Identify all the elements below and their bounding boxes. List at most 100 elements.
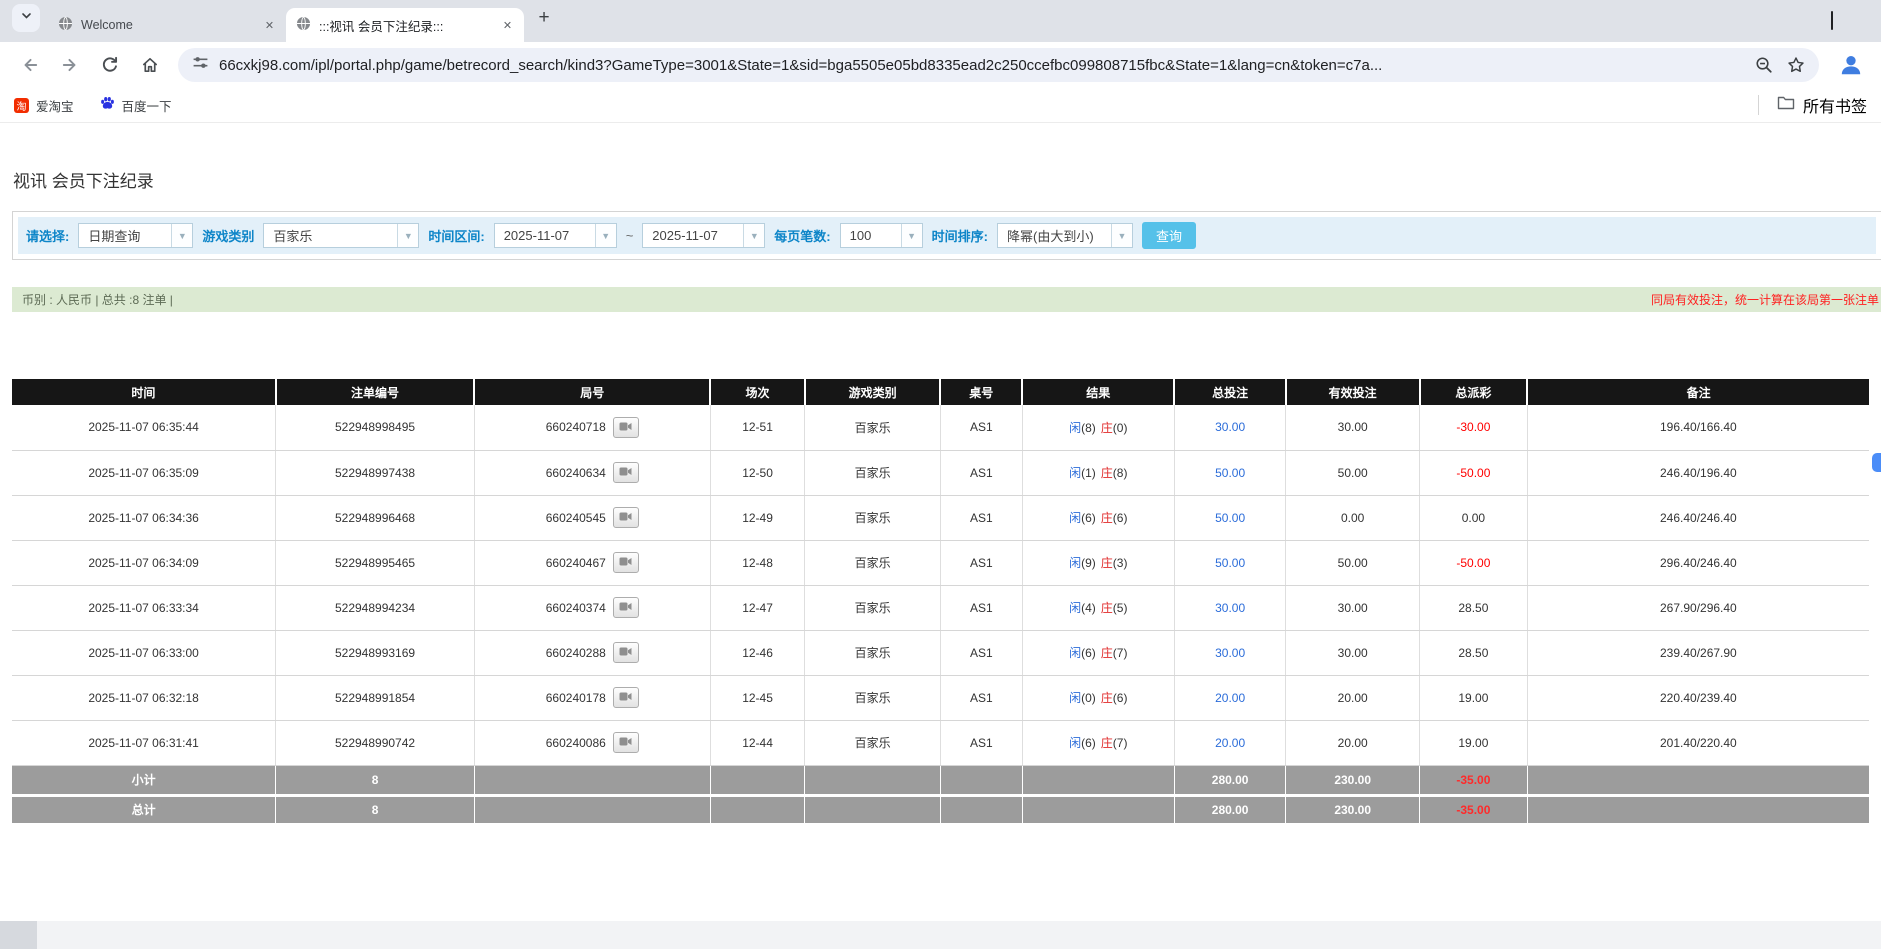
site-info-icon[interactable] xyxy=(192,54,209,76)
subtotal-row: 小计 8 280.00 230.00 -35.00 xyxy=(12,765,1869,795)
total-bet-link[interactable]: 20.00 xyxy=(1215,736,1245,750)
cell-result: 闲(4)庄(5) xyxy=(1022,585,1174,630)
cell-payout: 19.00 xyxy=(1420,675,1528,720)
col-bet-id: 注单编号 xyxy=(276,379,475,405)
cell-payout: 19.00 xyxy=(1420,720,1528,765)
col-result: 结果 xyxy=(1022,379,1174,405)
forward-icon[interactable] xyxy=(55,50,85,80)
browser-toolbar: 66cxkj98.com/ipl/portal.php/game/betreco… xyxy=(0,42,1881,88)
total-bet-link[interactable]: 30.00 xyxy=(1215,420,1245,434)
round-replay-button[interactable] xyxy=(613,597,639,618)
total-bet-link[interactable]: 20.00 xyxy=(1215,691,1245,705)
per-page-select[interactable]: 100 ▼ xyxy=(840,223,923,248)
subtotal-payout: -35.00 xyxy=(1420,765,1528,795)
cell-result: 闲(0)庄(6) xyxy=(1022,675,1174,720)
cell-total-bet: 50.00 xyxy=(1174,495,1285,540)
taskbar-fragment xyxy=(0,921,37,949)
chevron-down-icon: ▼ xyxy=(901,224,922,247)
cell-valid-bet: 0.00 xyxy=(1286,495,1420,540)
total-bet-link[interactable]: 50.00 xyxy=(1215,466,1245,480)
game-type-select[interactable]: 百家乐 ▼ xyxy=(263,223,419,248)
cell-time: 2025-11-07 06:34:09 xyxy=(12,540,276,585)
tab-title: :::视讯 会员下注纪录::: xyxy=(319,16,491,35)
cell-session: 12-51 xyxy=(710,405,805,450)
date-to-input[interactable]: 2025-11-07 ▼ xyxy=(642,223,765,248)
star-icon[interactable] xyxy=(1787,56,1805,74)
sort-select[interactable]: 降幂(由大到小) ▼ xyxy=(997,223,1133,248)
cell-payout: 28.50 xyxy=(1420,585,1528,630)
video-camera-icon xyxy=(619,690,632,705)
globe-icon xyxy=(58,16,73,34)
table-body: 2025-11-07 06:35:44 522948998495 6602407… xyxy=(12,405,1869,765)
cell-time: 2025-11-07 06:35:09 xyxy=(12,450,276,495)
round-replay-button[interactable] xyxy=(613,552,639,573)
cell-round: 660240374 xyxy=(474,585,710,630)
video-camera-icon xyxy=(619,555,632,570)
round-replay-button[interactable] xyxy=(613,732,639,753)
tab-betrecord[interactable]: :::视讯 会员下注纪录::: ✕ xyxy=(286,8,524,42)
cell-round: 660240178 xyxy=(474,675,710,720)
query-type-select[interactable]: 日期查询 ▼ xyxy=(78,223,193,248)
video-camera-icon xyxy=(619,645,632,660)
all-bookmarks[interactable]: 所有书签 xyxy=(1758,93,1867,117)
video-camera-icon xyxy=(619,735,632,750)
divider xyxy=(1758,95,1759,115)
total-count: 8 xyxy=(276,795,475,823)
round-replay-button[interactable] xyxy=(613,417,639,438)
cell-table-no: AS1 xyxy=(940,585,1022,630)
date-from-input[interactable]: 2025-11-07 ▼ xyxy=(494,223,617,248)
table-row: 2025-11-07 06:33:00 522948993169 6602402… xyxy=(12,630,1869,675)
table-row: 2025-11-07 06:34:36 522948996468 6602405… xyxy=(12,495,1869,540)
total-bet-link[interactable]: 50.00 xyxy=(1215,556,1245,570)
maximize-icon[interactable] xyxy=(1831,12,1833,30)
bookmark-aitaobao[interactable]: 淘 爱淘宝 xyxy=(14,96,74,115)
zoom-out-icon[interactable] xyxy=(1755,56,1773,74)
total-bet-link[interactable]: 50.00 xyxy=(1215,511,1245,525)
cell-total-bet: 50.00 xyxy=(1174,450,1285,495)
round-replay-button[interactable] xyxy=(613,462,639,483)
cell-session: 12-47 xyxy=(710,585,805,630)
address-bar[interactable]: 66cxkj98.com/ipl/portal.php/game/betreco… xyxy=(178,48,1819,82)
round-replay-button[interactable] xyxy=(613,687,639,708)
cell-result: 闲(6)庄(7) xyxy=(1022,630,1174,675)
url-text[interactable]: 66cxkj98.com/ipl/portal.php/game/betreco… xyxy=(219,57,1741,74)
new-tab-button[interactable]: + xyxy=(530,4,558,32)
close-icon[interactable]: ✕ xyxy=(499,17,516,34)
all-bookmarks-label: 所有书签 xyxy=(1803,93,1867,117)
chevron-down-icon: ▼ xyxy=(397,224,418,247)
profile-icon[interactable] xyxy=(1836,50,1866,80)
cell-session: 12-44 xyxy=(710,720,805,765)
cell-payout: -30.00 xyxy=(1420,405,1528,450)
cell-game: 百家乐 xyxy=(805,540,941,585)
folder-icon xyxy=(1777,95,1795,115)
round-replay-button[interactable] xyxy=(613,642,639,663)
bookmark-label: 百度一下 xyxy=(122,96,172,115)
cell-valid-bet: 50.00 xyxy=(1286,450,1420,495)
home-icon[interactable] xyxy=(135,50,165,80)
baidu-paw-icon xyxy=(100,96,115,114)
tab-search-button[interactable] xyxy=(12,4,40,32)
video-camera-icon xyxy=(619,510,632,525)
total-bet-link[interactable]: 30.00 xyxy=(1215,646,1245,660)
table-row: 2025-11-07 06:35:44 522948998495 6602407… xyxy=(12,405,1869,450)
close-icon[interactable]: ✕ xyxy=(261,17,278,34)
cell-payout: -50.00 xyxy=(1420,450,1528,495)
tab-title: Welcome xyxy=(81,18,253,32)
query-button[interactable]: 查询 xyxy=(1142,222,1196,249)
bookmark-baidu[interactable]: 百度一下 xyxy=(100,96,172,115)
round-replay-button[interactable] xyxy=(613,507,639,528)
total-bet-link[interactable]: 30.00 xyxy=(1215,601,1245,615)
cell-bet-id: 522948991854 xyxy=(276,675,475,720)
tab-welcome[interactable]: Welcome ✕ xyxy=(48,8,286,42)
cell-result: 闲(8)庄(0) xyxy=(1022,405,1174,450)
total-valid-bet: 230.00 xyxy=(1286,795,1420,823)
col-time: 时间 xyxy=(12,379,276,405)
bookmarks-bar: 淘 爱淘宝 百度一下 所有书签 xyxy=(0,88,1881,123)
scroll-indicator[interactable] xyxy=(1872,453,1881,472)
back-icon[interactable] xyxy=(15,50,45,80)
chevron-down-icon: ▼ xyxy=(743,224,764,247)
filter-panel: 请选择: 日期查询 ▼ 游戏类别 百家乐 ▼ 时间区间: 2025-11-07 … xyxy=(12,211,1881,260)
cell-valid-bet: 20.00 xyxy=(1286,675,1420,720)
reload-icon[interactable] xyxy=(95,50,125,80)
cell-table-no: AS1 xyxy=(940,630,1022,675)
